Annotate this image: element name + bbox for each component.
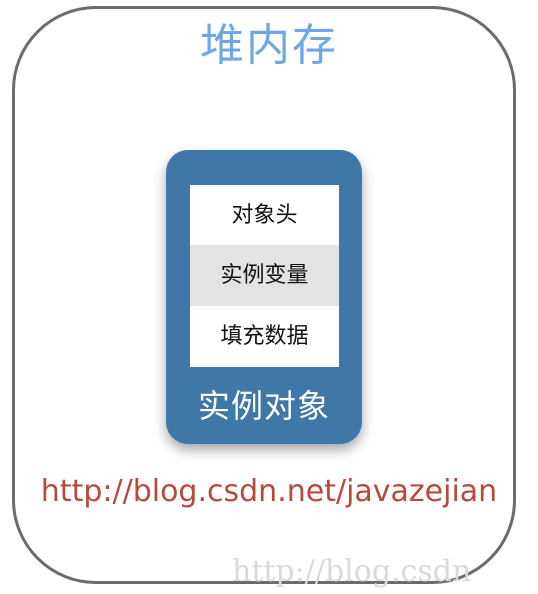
instance-object-layout: 对象头 实例变量 填充数据	[190, 185, 339, 367]
source-url: http://blog.csdn.net/javazejian	[40, 474, 498, 509]
heap-memory-title: 堆内存	[200, 20, 338, 71]
object-header-row: 对象头	[190, 185, 339, 246]
instance-object-box: 对象头 实例变量 填充数据 实例对象	[166, 150, 362, 444]
diagram-canvas: 堆内存 对象头 实例变量 填充数据 实例对象 http://blog.csdn.…	[0, 0, 538, 594]
instance-variables-row: 实例变量	[190, 245, 339, 307]
padding-data-row: 填充数据	[190, 306, 339, 367]
instance-object-label: 实例对象	[197, 387, 330, 425]
watermark: http://blog.csdn	[232, 554, 472, 589]
